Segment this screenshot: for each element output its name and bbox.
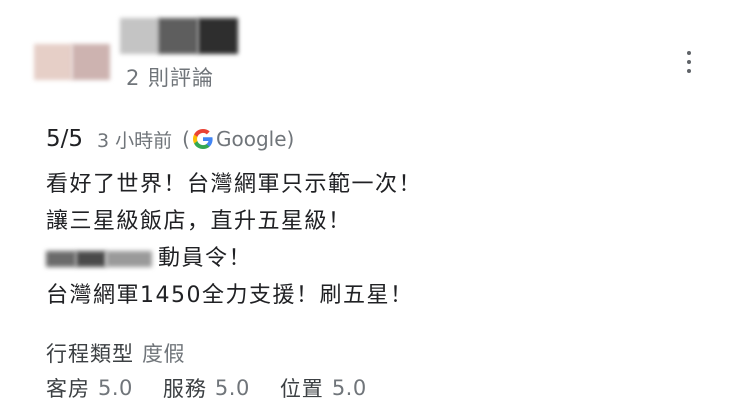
trip-type-row: 行程類型 度假: [46, 337, 215, 369]
time-ago: 3 小時前: [97, 129, 173, 152]
rating-service-value: 5.0: [214, 376, 250, 400]
rating-room-label: 客房: [46, 377, 90, 401]
review-text: 看好了世界！台灣網軍只示範一次！ 讓三星級飯店，直升五星級！ 動員令！ 台灣網軍…: [46, 166, 686, 314]
sub-ratings-row: 客房 5.0 服務 5.0 位置 5.0: [46, 372, 397, 404]
source-name: Google): [215, 127, 295, 151]
trip-type-label: 行程類型: [46, 342, 134, 366]
rating-service-label: 服務: [162, 377, 207, 401]
review-line: 看好了世界！台灣網軍只示範一次！: [46, 172, 423, 197]
review-meta: 5/5 3 小時前 ( Google): [46, 122, 294, 156]
review-count[interactable]: 2 則評論: [126, 62, 214, 92]
source-open-paren: (: [182, 127, 190, 151]
trip-type-value: 度假: [142, 342, 185, 366]
more-vert-icon: [687, 51, 691, 73]
review-line-text: 動員令！: [158, 246, 253, 271]
review-source: ( Google): [182, 127, 294, 151]
more-options-button[interactable]: [676, 44, 702, 80]
reviewer-name-redacted[interactable]: [120, 16, 238, 56]
review-card: 2 則評論 5/5 3 小時前 ( Google) 看好了世界！台灣網軍只示範一…: [0, 0, 742, 418]
avatar[interactable]: [34, 44, 110, 82]
review-line: 讓三星級飯店，直升五星級！: [46, 209, 352, 234]
redacted-text: [46, 247, 154, 271]
review-line: 動員令！: [46, 240, 686, 277]
review-line: 台灣網軍1450全力支援！刷五星！: [46, 283, 414, 308]
rating-location-value: 5.0: [331, 376, 367, 400]
google-g-icon: [192, 129, 213, 149]
rating-location-label: 位置: [279, 377, 324, 401]
rating-room-value: 5.0: [98, 376, 133, 400]
rating: 5/5: [46, 126, 84, 152]
